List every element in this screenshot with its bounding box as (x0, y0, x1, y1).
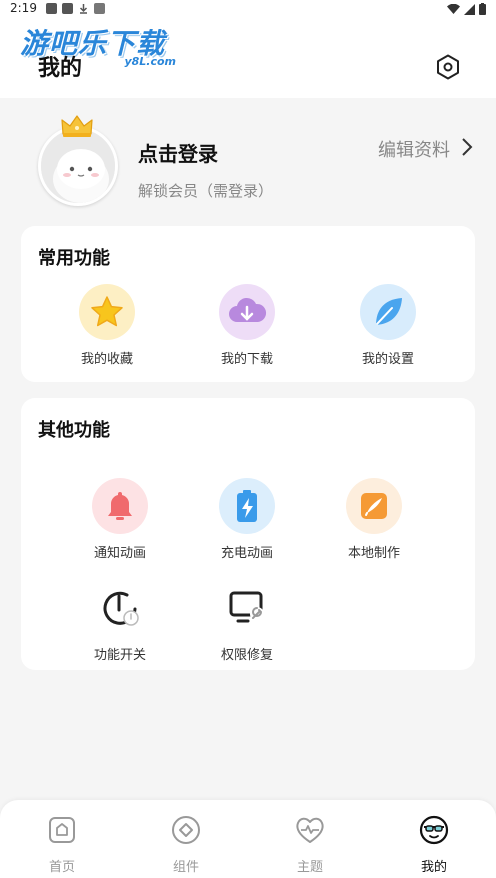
battery-icon (219, 478, 275, 534)
common-functions-title: 常用功能 (38, 248, 110, 269)
notification-animation-button[interactable]: 通知动画 (65, 478, 175, 561)
power-icon (92, 580, 148, 636)
page-title: 我的 (38, 56, 83, 81)
widget-icon (172, 816, 200, 844)
avatar-face-icon (41, 129, 115, 203)
bottom-tab-bar: 首页 组件 主题 我的 (0, 800, 496, 878)
my-downloads-button[interactable]: 我的下载 (192, 284, 302, 367)
my-settings-button[interactable]: 我的设置 (333, 284, 443, 367)
notification-square-icon (46, 3, 57, 14)
tab-widgets-label: 组件 (172, 860, 199, 875)
other-functions-title: 其他功能 (38, 420, 110, 441)
star-icon (79, 284, 135, 340)
bell-icon (92, 478, 148, 534)
signal-icon (464, 3, 475, 15)
heart-pulse-icon (296, 817, 324, 843)
common-functions-card: 常用功能 我的收藏 我的下载 我的设置 (21, 226, 475, 382)
feature-toggle-button[interactable]: 功能开关 (65, 580, 175, 663)
my-favorites-button[interactable]: 我的收藏 (52, 284, 162, 367)
my-downloads-label: 我的下载 (220, 352, 273, 367)
profile-section[interactable]: 点击登录 解锁会员（需登录） 编辑资料 (0, 98, 496, 218)
system-icons (447, 3, 486, 15)
tab-themes[interactable]: 主题 (270, 814, 350, 875)
status-time: 2:19 (10, 1, 37, 15)
edit-profile-link[interactable]: 编辑资料 (378, 136, 450, 162)
login-label[interactable]: 点击登录 (138, 138, 218, 167)
app-notification-icon (94, 3, 105, 14)
my-favorites-label: 我的收藏 (80, 352, 133, 367)
chevron-right-icon[interactable] (460, 136, 474, 158)
download-arrow-icon (79, 4, 88, 14)
my-settings-label: 我的设置 (361, 352, 414, 367)
permission-repair-button[interactable]: 权限修复 (192, 580, 302, 663)
notification-animation-label: 通知动画 (93, 546, 146, 561)
permission-repair-label: 权限修复 (220, 648, 273, 663)
avatar[interactable] (38, 126, 118, 206)
charging-animation-label: 充电动画 (220, 546, 273, 561)
status-bar: 2:19 (0, 0, 496, 18)
local-creation-button[interactable]: 本地制作 (319, 478, 429, 561)
face-icon (419, 815, 449, 845)
tab-themes-label: 主题 (296, 860, 323, 875)
tab-widgets[interactable]: 组件 (146, 814, 226, 875)
notification-icons (46, 3, 105, 14)
cloud-download-icon (219, 284, 275, 340)
home-icon (49, 817, 75, 843)
leaf-icon (360, 284, 416, 340)
feature-toggle-label: 功能开关 (93, 648, 146, 663)
settings-hexagon-icon[interactable] (434, 53, 462, 81)
watermark-sub: y8L.com (124, 55, 176, 68)
wrench-screen-icon (219, 580, 275, 636)
charging-animation-button[interactable]: 充电动画 (192, 478, 302, 561)
other-functions-card: 其他功能 通知动画 充电动画 本地制作 功能开关 权限修复 (21, 398, 475, 670)
brush-icon (346, 478, 402, 534)
crown-icon (61, 115, 93, 137)
tab-mine-label: 我的 (420, 860, 447, 875)
member-label[interactable]: 解锁会员（需登录） (138, 180, 273, 201)
notification-square-icon (62, 3, 73, 14)
battery-status-icon (479, 3, 486, 15)
local-creation-label: 本地制作 (347, 546, 400, 561)
tab-home-label: 首页 (48, 860, 75, 875)
tab-home[interactable]: 首页 (22, 814, 102, 875)
wifi-icon (447, 3, 460, 14)
tab-mine[interactable]: 我的 (394, 814, 474, 875)
page-header: 游吧乐下载 y8L.com 我的 (0, 18, 496, 98)
